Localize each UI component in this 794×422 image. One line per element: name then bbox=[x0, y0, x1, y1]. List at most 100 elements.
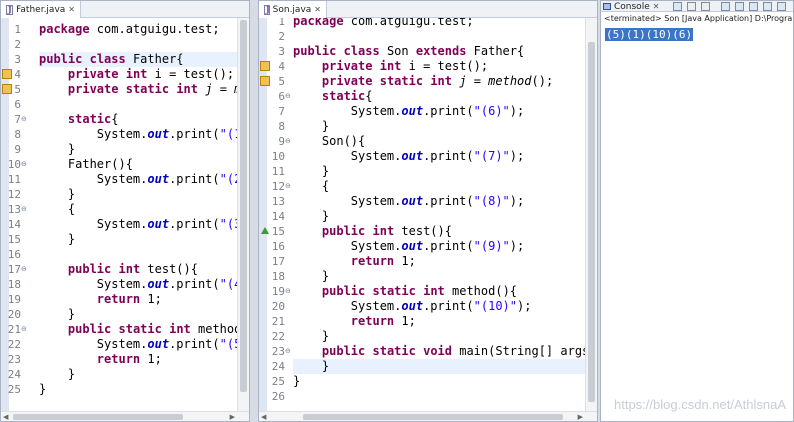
line-number: 13 bbox=[271, 195, 285, 208]
eclipse-workbench: Father.java ✕ 1 package com.atguigu.test;… bbox=[0, 0, 794, 422]
code-line: static{ bbox=[321, 89, 373, 103]
son-hscroll-thumb[interactable] bbox=[303, 414, 563, 420]
code-line: } bbox=[293, 269, 330, 283]
fold-toggle-icon[interactable]: ⊖ bbox=[21, 262, 30, 277]
line-number: 3 bbox=[14, 53, 21, 66]
father-vscroll-thumb[interactable] bbox=[240, 20, 247, 392]
scroll-left-icon[interactable]: ◀ bbox=[3, 412, 8, 421]
console-output[interactable]: (5)(1)(10)(6) bbox=[605, 28, 694, 41]
line-number: 12 bbox=[271, 180, 285, 193]
scroll-right-icon[interactable]: ▶ bbox=[578, 412, 583, 421]
code-line: package com.atguigu.test; bbox=[293, 18, 474, 28]
line-number: 18 bbox=[7, 278, 21, 291]
tab-father-java[interactable]: Father.java ✕ bbox=[1, 1, 81, 18]
father-vertical-scrollbar[interactable] bbox=[237, 18, 249, 411]
code-line: Son(){ bbox=[293, 134, 366, 148]
code-line: { bbox=[39, 202, 76, 216]
son-code-area[interactable]: 1 package com.atguigu.test; 2 3 public class… bbox=[259, 18, 585, 411]
close-icon[interactable]: ✕ bbox=[68, 5, 75, 14]
close-icon[interactable]: ✕ bbox=[653, 2, 660, 11]
console-toolbar: Console ✕ bbox=[601, 1, 793, 12]
father-editor-pane: Father.java ✕ 1 package com.atguigu.test;… bbox=[0, 0, 250, 422]
warning-marker-icon[interactable] bbox=[2, 84, 12, 94]
code-line: System.out.print("(1) bbox=[39, 127, 237, 141]
scroll-right-icon[interactable]: ▶ bbox=[230, 412, 235, 421]
line-number: 25 bbox=[271, 375, 285, 388]
code-line: System.out.print("(4) bbox=[39, 277, 237, 291]
line-number: 9 bbox=[278, 135, 285, 148]
terminate-icon[interactable] bbox=[673, 2, 682, 11]
son-vscroll-thumb[interactable] bbox=[588, 42, 595, 402]
line-number: 16 bbox=[7, 248, 21, 261]
son-tabbar: Son.java ✕ bbox=[259, 1, 597, 18]
line-number: 1 bbox=[278, 18, 285, 28]
close-icon[interactable]: ✕ bbox=[314, 5, 321, 14]
son-vertical-scrollbar[interactable] bbox=[585, 18, 597, 411]
word-wrap-icon[interactable] bbox=[749, 2, 758, 11]
fold-toggle-icon[interactable]: ⊖ bbox=[21, 112, 30, 127]
code-line: } bbox=[293, 119, 330, 133]
code-line: } bbox=[39, 142, 76, 156]
clear-console-icon[interactable] bbox=[721, 2, 730, 11]
warning-marker-icon[interactable] bbox=[2, 69, 12, 79]
line-number: 13 bbox=[7, 203, 21, 216]
line-number: 3 bbox=[278, 45, 285, 58]
pin-console-icon[interactable] bbox=[763, 2, 772, 11]
scroll-lock-icon[interactable] bbox=[735, 2, 744, 11]
code-line: System.out.print("(6)"); bbox=[293, 104, 525, 118]
remove-launch-icon[interactable] bbox=[687, 2, 696, 11]
code-line: System.out.print("(2) bbox=[39, 172, 237, 186]
tab-son-java[interactable]: Son.java ✕ bbox=[259, 1, 327, 18]
father-code-area[interactable]: 1 package com.atguigu.test; 2 3 public class… bbox=[1, 18, 237, 411]
code-line: } bbox=[39, 187, 76, 201]
current-line-highlight bbox=[293, 359, 585, 374]
java-file-icon bbox=[264, 4, 270, 15]
fold-toggle-icon[interactable]: ⊖ bbox=[21, 322, 30, 337]
line-number: 6 bbox=[278, 90, 285, 103]
tab-father-java-label: Father.java bbox=[16, 4, 66, 15]
code-line: public int test(){ bbox=[321, 224, 452, 238]
line-number: 15 bbox=[7, 233, 21, 246]
console-view: Console ✕ <terminated> Son [Java Applica… bbox=[600, 0, 794, 422]
warning-marker-icon[interactable] bbox=[260, 76, 270, 86]
line-number: 1 bbox=[14, 23, 21, 36]
code-line: System.out.print("(8)"); bbox=[293, 194, 525, 208]
code-line: System.out.print("(9)"); bbox=[293, 239, 525, 253]
code-line: System.out.print("(7)"); bbox=[293, 149, 525, 163]
line-number: 12 bbox=[7, 188, 21, 201]
line-number: 16 bbox=[271, 240, 285, 253]
code-line: private static int j = method(); bbox=[321, 74, 554, 88]
code-line: } bbox=[39, 382, 47, 396]
code-line: public class Son extends Father{ bbox=[293, 44, 525, 58]
code-line: private int i = test(); bbox=[321, 59, 489, 73]
line-number: 9 bbox=[14, 143, 21, 156]
fold-toggle-icon[interactable]: ⊖ bbox=[21, 202, 30, 217]
remove-all-icon[interactable] bbox=[701, 2, 710, 11]
line-number: 19 bbox=[271, 285, 285, 298]
display-console-icon[interactable] bbox=[777, 2, 786, 11]
tab-son-java-label: Son.java bbox=[272, 4, 312, 15]
line-number: 24 bbox=[7, 368, 21, 381]
fold-toggle-icon[interactable]: ⊖ bbox=[21, 157, 30, 172]
son-horizontal-scrollbar[interactable]: ◀ ▶ bbox=[259, 411, 597, 421]
code-line: System.out.print("(3) bbox=[39, 217, 237, 231]
line-number: 25 bbox=[7, 383, 21, 396]
scroll-left-icon[interactable]: ◀ bbox=[261, 412, 266, 421]
override-marker-icon[interactable] bbox=[261, 227, 269, 234]
line-number: 21 bbox=[271, 315, 285, 328]
code-line: } bbox=[293, 164, 330, 178]
code-line: return 1; bbox=[350, 314, 416, 328]
tab-console[interactable]: Console ✕ bbox=[603, 1, 659, 12]
java-file-icon bbox=[6, 4, 14, 15]
warning-marker-icon[interactable] bbox=[260, 61, 270, 71]
line-number: 23 bbox=[7, 353, 21, 366]
line-number: 11 bbox=[7, 173, 21, 186]
line-number: 24 bbox=[271, 360, 285, 373]
code-line: return 1; bbox=[96, 352, 162, 366]
code-line: } bbox=[293, 209, 330, 223]
code-line: static{ bbox=[67, 112, 119, 126]
code-line: return 1; bbox=[96, 292, 162, 306]
father-hscroll-thumb[interactable] bbox=[13, 414, 183, 420]
father-horizontal-scrollbar[interactable]: ◀ ▶ bbox=[1, 411, 249, 421]
line-number: 7 bbox=[278, 105, 285, 118]
